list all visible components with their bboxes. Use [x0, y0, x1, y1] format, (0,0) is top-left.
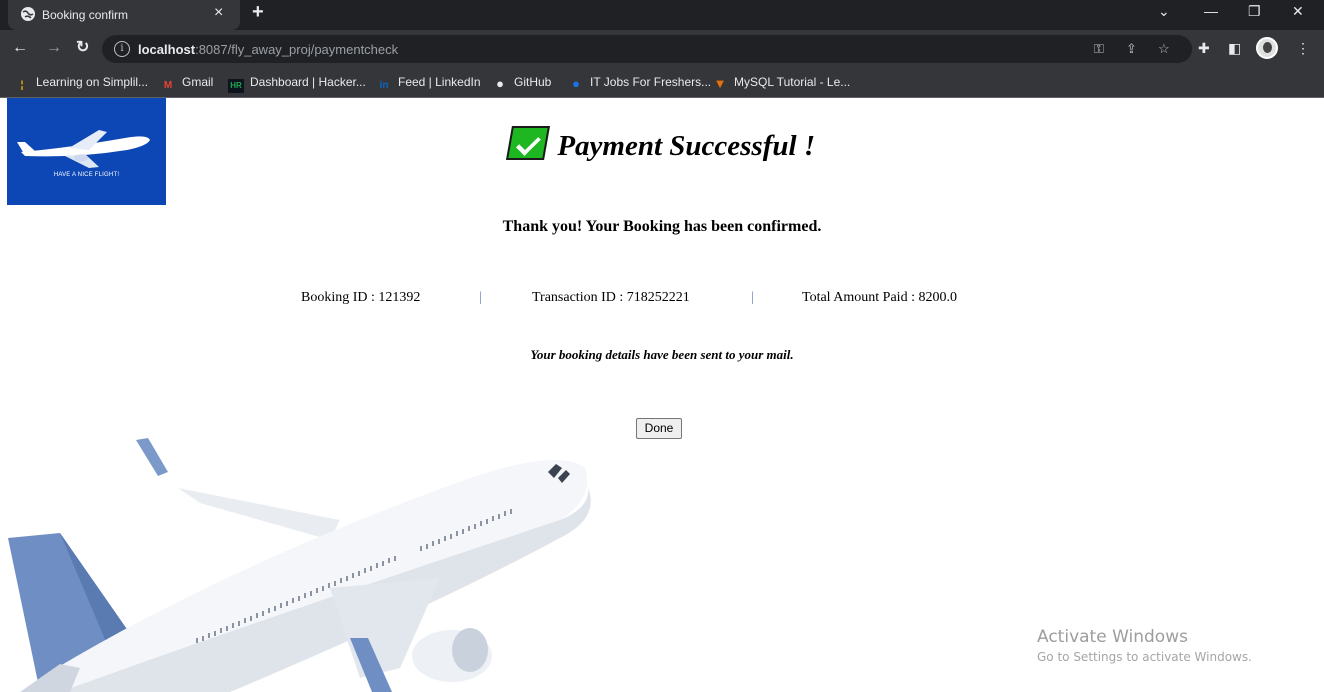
share-icon[interactable]: ⇪: [1126, 42, 1137, 56]
bookmark-item[interactable]: ▼ MySQL Tutorial - Le...: [712, 75, 851, 91]
gmail-icon: M: [163, 80, 173, 91]
bookmark-item[interactable]: M Gmail: [160, 75, 214, 91]
bookmark-label: Dashboard | Hacker...: [250, 75, 366, 89]
bookmark-label: Gmail: [182, 75, 214, 89]
airplane-illustration: [8, 438, 591, 692]
bookmark-item[interactable]: ● GitHub: [492, 75, 551, 91]
mail-sent-note: Your booking details have been sent to y…: [530, 347, 794, 362]
done-button[interactable]: Done: [636, 418, 682, 439]
restore-icon[interactable]: ❐: [1248, 4, 1261, 18]
key-icon[interactable]: ⚿: [1094, 42, 1104, 56]
separator: |: [479, 290, 482, 305]
bookmarks-bar: ¦ Learning on Simplil... M Gmail HR Dashboa…: [0, 68, 1324, 98]
forward-arrow-icon[interactable]: →: [46, 39, 62, 57]
separator: |: [751, 290, 754, 305]
address-bar[interactable]: i localhost:8087/fly_away_proj/paymentch…: [102, 35, 1192, 63]
check-mark-icon: [505, 126, 550, 160]
extensions-icon[interactable]: ✚: [1198, 40, 1210, 56]
windows-activation-watermark: Activate Windows Go to Settings to activ…: [1037, 627, 1252, 664]
mysql-icon: ▼: [713, 76, 727, 91]
browser-tab-active[interactable]: Booking confirm ×: [8, 0, 240, 30]
side-panel-icon[interactable]: ◧: [1228, 40, 1241, 56]
simplilearn-icon: ¦: [20, 80, 24, 91]
jobs-icon: ●: [572, 76, 580, 91]
payment-success-heading: Payment Successful !: [0, 126, 1324, 163]
back-arrow-icon[interactable]: ←: [12, 39, 28, 57]
hackerrank-icon: HR: [228, 79, 244, 93]
url-host: localhost: [138, 42, 196, 57]
url-path: :8087/fly_away_proj/paymentcheck: [195, 42, 399, 57]
bookmark-item[interactable]: ¦ Learning on Simplil...: [14, 75, 148, 91]
bookmark-item[interactable]: ● IT Jobs For Freshers...: [568, 75, 711, 91]
watermark-title: Activate Windows: [1037, 627, 1188, 647]
github-icon: ●: [496, 76, 504, 91]
transaction-id: Transaction ID : 718252221: [532, 290, 690, 305]
total-amount-paid: Total Amount Paid : 8200.0: [802, 290, 957, 305]
close-tab-icon[interactable]: ×: [214, 5, 223, 21]
bookmark-item[interactable]: in Feed | LinkedIn: [376, 75, 481, 91]
bookmark-label: MySQL Tutorial - Le...: [734, 75, 851, 89]
tab-title: Booking confirm: [42, 8, 129, 22]
bookmark-label: Learning on Simplil...: [36, 75, 149, 89]
url-text: localhost:8087/fly_away_proj/paymentchec…: [138, 42, 398, 57]
linkedin-icon: in: [379, 80, 389, 91]
page-content: HAVE A NICE FLIGHT! Payment Successful !…: [0, 98, 1324, 692]
browser-toolbar: ← → ↻ i localhost:8087/fly_away_proj/pay…: [0, 30, 1324, 68]
bookmark-item[interactable]: HR Dashboard | Hacker...: [228, 75, 366, 93]
menu-kebab-icon[interactable]: ⋮: [1296, 40, 1310, 56]
new-tab-button[interactable]: +: [252, 2, 264, 22]
bookmark-label: IT Jobs For Freshers...: [590, 75, 712, 89]
tab-strip: Booking confirm × + ⌄ — ❐ ✕: [0, 0, 1324, 30]
bookmark-label: GitHub: [514, 75, 552, 89]
watermark-subtitle: Go to Settings to activate Windows.: [1037, 650, 1252, 664]
minimize-icon[interactable]: —: [1204, 4, 1218, 18]
bookmark-label: Feed | LinkedIn: [398, 75, 481, 89]
booking-id: Booking ID : 121392: [301, 290, 421, 305]
tab-search-icon[interactable]: ⌄: [1158, 4, 1170, 18]
bookmark-star-icon[interactable]: ☆: [1158, 42, 1170, 56]
heading-text: Payment Successful !: [557, 130, 816, 162]
close-window-icon[interactable]: ✕: [1292, 4, 1304, 18]
profile-avatar[interactable]: [1256, 37, 1278, 59]
reload-icon[interactable]: ↻: [76, 39, 89, 57]
info-icon[interactable]: i: [114, 41, 130, 57]
confirmation-message: Thank you! Your Booking has been confirm…: [502, 218, 822, 235]
logo-tagline: HAVE A NICE FLIGHT!: [53, 172, 120, 178]
globe-icon: [21, 7, 35, 21]
